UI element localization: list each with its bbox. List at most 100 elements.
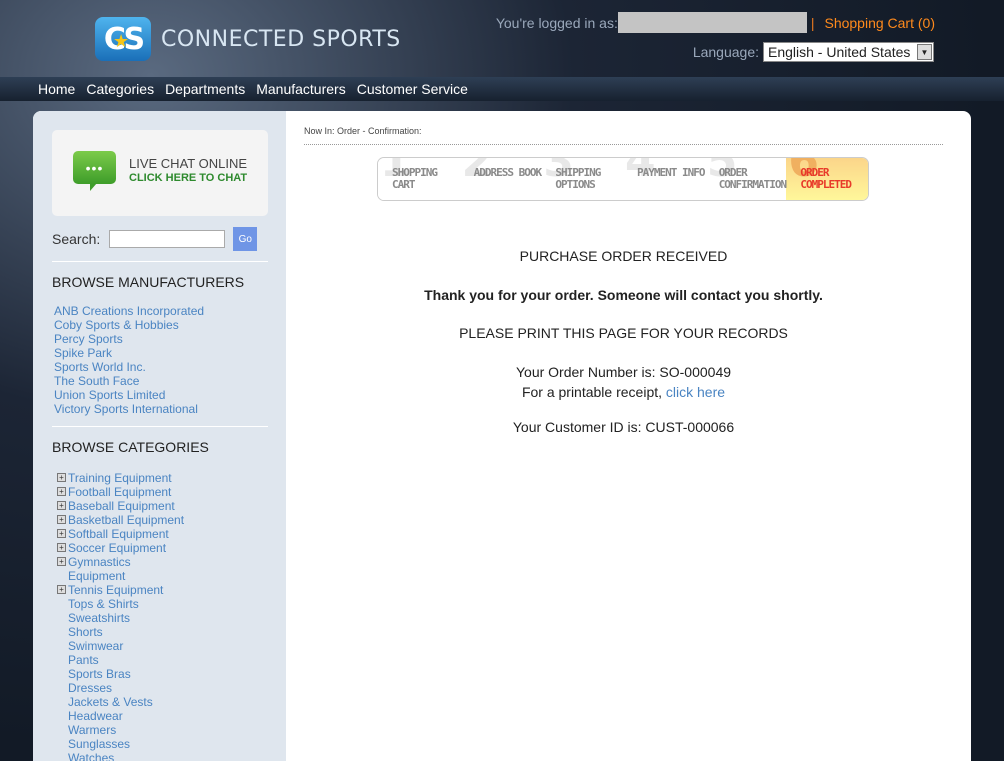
categories-heading: BROWSE CATEGORIES [52,439,209,455]
logged-in-label: You're logged in as: [495,14,618,31]
step-label: ORDER CONFIRMATION [718,166,787,191]
manufacturer-link[interactable]: Sports World Inc. [52,360,268,374]
header: CS ★ CONNECTED SPORTS You're logged in as… [0,0,1004,77]
breadcrumb: Now In: Order - Confirmation: [304,126,943,145]
content: Now In: Order - Confirmation: 1 SHOPPING … [304,111,943,435]
checkout-progress: 1 SHOPPING CART 2 ADDRESS BOOK 3 SHIPPING OPT… [377,157,869,201]
nav-departments[interactable]: Departments [165,81,245,97]
nav-manufacturers[interactable]: Manufacturers [256,81,345,97]
category-link[interactable]: Tops & Shirts [68,597,188,611]
category-link[interactable]: Basketball Equipment [68,513,188,527]
category-link[interactable]: Swimwear [68,639,188,653]
sidebar: ••• LIVE CHAT ONLINE CLICK HERE TO CHAT … [33,111,286,761]
category-item: Sweatshirts [52,611,268,625]
go-button[interactable]: Go [233,227,258,251]
step-label: PAYMENT INFO [637,166,705,179]
category-item: Dresses [52,681,268,695]
category-link[interactable]: Training Equipment [68,471,188,485]
language-label: Language: [692,44,759,60]
expand-icon[interactable]: + [57,585,66,594]
category-link[interactable]: Football Equipment [68,485,188,499]
manufacturer-link[interactable]: Percy Sports [52,332,268,346]
manufacturer-link[interactable]: Spike Park [52,346,268,360]
chat-cta[interactable]: CLICK HERE TO CHAT [129,172,247,184]
category-item: + Gymnastics Equipment [52,555,268,583]
category-link[interactable]: Sports Bras [68,667,188,681]
divider [52,261,268,262]
category-link[interactable]: Headwear [68,709,188,723]
manufacturer-link[interactable]: Coby Sports & Hobbies [52,318,268,332]
nav-home[interactable]: Home [38,81,75,97]
order-number: Your Order Number is: SO-000049 [515,364,732,380]
category-link[interactable]: Sweatshirts [68,611,188,625]
expand-icon[interactable]: + [57,515,66,524]
receipt-line: For a printable receipt, click here [304,384,943,400]
category-item: Sports Bras [52,667,268,681]
chat-title: LIVE CHAT ONLINE [129,156,247,171]
category-item: Shorts [52,625,268,639]
receipt-link[interactable]: click here [666,384,725,400]
category-link[interactable]: Tennis Equipment [68,583,188,597]
step-label: ADDRESS BOOK [473,166,542,179]
search-input[interactable] [109,230,226,248]
category-link[interactable]: Jackets & Vests [68,695,188,709]
category-item: Sunglasses [52,737,268,751]
manufacturer-link[interactable]: Victory Sports International [52,402,268,416]
categories-list: + Training Equipment + Football Equipment + B… [52,471,268,761]
live-chat-banner[interactable]: ••• LIVE CHAT ONLINE CLICK HERE TO CHAT [52,130,268,216]
expand-icon[interactable]: + [57,557,66,566]
category-link[interactable]: Sunglasses [68,737,188,751]
shopping-cart-link[interactable]: Shopping Cart (0) [824,15,935,31]
language-selector: Language: English - United States ▼ [693,42,934,62]
manufacturers-list: ANB Creations Incorporated Coby Sports & … [52,304,268,416]
chat-bubble-icon: ••• [73,151,116,191]
expand-icon[interactable]: + [57,487,66,496]
expand-icon[interactable]: + [57,501,66,510]
category-link[interactable]: Warmers [68,723,188,737]
category-link[interactable]: Baseball Equipment [68,499,188,513]
step-2: 2 ADDRESS BOOK [459,158,542,200]
manufacturers-heading: BROWSE MANUFACTURERS [52,274,245,290]
expand-icon[interactable]: + [57,529,66,538]
category-link[interactable]: Gymnastics Equipment [68,555,188,583]
logo[interactable]: CS ★ CONNECTED SPORTS [95,17,401,61]
category-item: Watches [52,751,268,761]
expand-icon[interactable]: + [57,543,66,552]
category-item: Pants [52,653,268,667]
step-label: SHOPPING CART [392,166,438,191]
category-link[interactable]: Softball Equipment [68,527,188,541]
login-status: You're logged in as: | Shopping Cart (0) [496,12,935,33]
language-select[interactable]: English - United States ▼ [763,42,934,62]
receipt-prefix: For a printable receipt, [521,384,666,400]
manufacturer-link[interactable]: Union Sports Limited [52,388,268,402]
manufacturer-link[interactable]: ANB Creations Incorporated [52,304,268,318]
star-icon: ★ [113,31,129,52]
step-label: SHIPPING OPTIONS [555,166,601,191]
step-4: 4 PAYMENT INFO [623,158,706,200]
language-value: English - United States [768,44,911,60]
category-link[interactable]: Watches [68,751,188,761]
nav-categories[interactable]: Categories [86,81,154,97]
category-link[interactable]: Shorts [68,625,188,639]
expand-icon[interactable]: + [57,473,66,482]
step-1: 1 SHOPPING CART [378,158,460,200]
category-link[interactable]: Pants [68,653,188,667]
step-5: 5 ORDER CONFIRMATION [704,158,787,200]
separator: | [810,14,815,31]
logo-mark: CS ★ [95,17,151,61]
category-link[interactable]: Dresses [68,681,188,695]
nav-customer-service[interactable]: Customer Service [357,81,468,97]
category-link[interactable]: Soccer Equipment [68,541,188,555]
chevron-down-icon[interactable]: ▼ [917,44,932,60]
manufacturer-link[interactable]: The South Face [52,374,268,388]
category-item: + Football Equipment [52,485,268,499]
redacted-username [617,12,807,33]
